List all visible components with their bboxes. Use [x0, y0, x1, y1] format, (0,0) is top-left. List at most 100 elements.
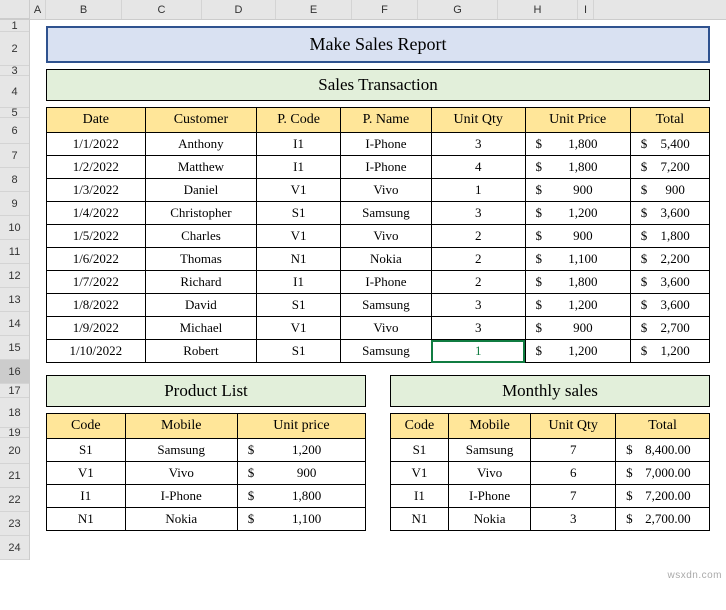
cell-total[interactable]: $7,200: [630, 156, 709, 179]
cell-pname[interactable]: I-Phone: [340, 156, 431, 179]
row-header[interactable]: 5: [0, 108, 29, 118]
cell-total[interactable]: $3,600: [630, 202, 709, 225]
cell-mobile[interactable]: Samsung: [125, 439, 237, 462]
cell-total[interactable]: $2,200: [630, 248, 709, 271]
cell-code[interactable]: N1: [391, 508, 449, 531]
row-header[interactable]: 8: [0, 168, 29, 192]
cell-qty[interactable]: 2: [431, 248, 525, 271]
cell-mobile[interactable]: Samsung: [448, 439, 530, 462]
row-header[interactable]: 13: [0, 288, 29, 312]
table-row[interactable]: V1Vivo$900: [47, 462, 366, 485]
cell-customer[interactable]: Christopher: [145, 202, 257, 225]
table-row[interactable]: 1/7/2022RichardI1I-Phone2$1,800$3,600: [47, 271, 710, 294]
cell-total[interactable]: $2,700.00: [616, 508, 710, 531]
cell-price[interactable]: $1,200: [525, 340, 630, 363]
row-header[interactable]: 23: [0, 512, 29, 536]
row-header[interactable]: 17: [0, 384, 29, 398]
cell-mobile[interactable]: Nokia: [125, 508, 237, 531]
cell-date[interactable]: 1/9/2022: [47, 317, 146, 340]
table-row[interactable]: 1/5/2022CharlesV1Vivo2$900$1,800: [47, 225, 710, 248]
cell-pcode[interactable]: V1: [257, 179, 341, 202]
cell-qty[interactable]: 1: [431, 179, 525, 202]
cell-customer[interactable]: David: [145, 294, 257, 317]
cell-customer[interactable]: Richard: [145, 271, 257, 294]
table-row[interactable]: 1/9/2022MichaelV1Vivo3$900$2,700: [47, 317, 710, 340]
cell-qty[interactable]: 3: [431, 133, 525, 156]
cell-mobile[interactable]: Vivo: [125, 462, 237, 485]
cell-mobile[interactable]: Vivo: [448, 462, 530, 485]
cell-total[interactable]: $2,700: [630, 317, 709, 340]
cell-pname[interactable]: Nokia: [340, 248, 431, 271]
cell-total[interactable]: $1,200: [630, 340, 709, 363]
cell-price[interactable]: $1,100: [237, 508, 365, 531]
row-header[interactable]: 12: [0, 264, 29, 288]
cell-customer[interactable]: Michael: [145, 317, 257, 340]
col-header[interactable]: A: [30, 0, 46, 19]
row-header[interactable]: 16: [0, 360, 29, 384]
cell-price[interactable]: $1,200: [525, 202, 630, 225]
cell-price[interactable]: $900: [525, 225, 630, 248]
cell-pname[interactable]: I-Phone: [340, 271, 431, 294]
cell-date[interactable]: 1/3/2022: [47, 179, 146, 202]
cell-pname[interactable]: Vivo: [340, 317, 431, 340]
cell-price[interactable]: $900: [237, 462, 365, 485]
cell-customer[interactable]: Anthony: [145, 133, 257, 156]
cell-pname[interactable]: Vivo: [340, 179, 431, 202]
cell-total[interactable]: $1,800: [630, 225, 709, 248]
cell-qty[interactable]: 2: [431, 271, 525, 294]
row-header[interactable]: 19: [0, 428, 29, 438]
cell-total[interactable]: $900: [630, 179, 709, 202]
cell-price[interactable]: $1,200: [237, 439, 365, 462]
table-row[interactable]: 1/8/2022DavidS1Samsung3$1,200$3,600: [47, 294, 710, 317]
col-header[interactable]: D: [202, 0, 276, 19]
cell-code[interactable]: V1: [391, 462, 449, 485]
row-header[interactable]: 15: [0, 336, 29, 360]
cell-pname[interactable]: Samsung: [340, 202, 431, 225]
table-row[interactable]: 1/3/2022DanielV1Vivo1$900$900: [47, 179, 710, 202]
cell-total[interactable]: $5,400: [630, 133, 709, 156]
row-header[interactable]: 18: [0, 398, 29, 428]
cell-pname[interactable]: Vivo: [340, 225, 431, 248]
cell-total[interactable]: $3,600: [630, 271, 709, 294]
cell-price[interactable]: $1,800: [525, 133, 630, 156]
cell-qty[interactable]: 1: [431, 340, 525, 363]
cell-total[interactable]: $7,000.00: [616, 462, 710, 485]
row-header[interactable]: 20: [0, 438, 29, 464]
row-header[interactable]: 1: [0, 20, 29, 32]
cell-price[interactable]: $900: [525, 317, 630, 340]
cell-customer[interactable]: Charles: [145, 225, 257, 248]
cell-date[interactable]: 1/4/2022: [47, 202, 146, 225]
cell-pcode[interactable]: V1: [257, 317, 341, 340]
table-row[interactable]: N1Nokia$1,100: [47, 508, 366, 531]
table-row[interactable]: 1/10/2022RobertS1Samsung1$1,200$1,200: [47, 340, 710, 363]
cell-qty[interactable]: 7: [531, 439, 616, 462]
cell-pcode[interactable]: N1: [257, 248, 341, 271]
cell-date[interactable]: 1/1/2022: [47, 133, 146, 156]
table-row[interactable]: S1Samsung$1,200: [47, 439, 366, 462]
table-row[interactable]: I1I-Phone$1,800: [47, 485, 366, 508]
cell-customer[interactable]: Robert: [145, 340, 257, 363]
cell-customer[interactable]: Thomas: [145, 248, 257, 271]
row-header[interactable]: 7: [0, 144, 29, 168]
cell-code[interactable]: N1: [47, 508, 126, 531]
cell-price[interactable]: $1,100: [525, 248, 630, 271]
cell-date[interactable]: 1/6/2022: [47, 248, 146, 271]
row-header[interactable]: 2: [0, 32, 29, 66]
table-row[interactable]: 1/4/2022ChristopherS1Samsung3$1,200$3,60…: [47, 202, 710, 225]
cell-qty[interactable]: 7: [531, 485, 616, 508]
col-header[interactable]: B: [46, 0, 122, 19]
table-row[interactable]: N1Nokia3$2,700.00: [391, 508, 710, 531]
cell-customer[interactable]: Daniel: [145, 179, 257, 202]
cell-pcode[interactable]: I1: [257, 271, 341, 294]
cell-pcode[interactable]: V1: [257, 225, 341, 248]
cell-pname[interactable]: I-Phone: [340, 133, 431, 156]
row-header[interactable]: 6: [0, 118, 29, 144]
cell-date[interactable]: 1/7/2022: [47, 271, 146, 294]
table-row[interactable]: S1Samsung7$8,400.00: [391, 439, 710, 462]
cell-date[interactable]: 1/10/2022: [47, 340, 146, 363]
cell-customer[interactable]: Matthew: [145, 156, 257, 179]
cell-qty[interactable]: 6: [531, 462, 616, 485]
cell-price[interactable]: $900: [525, 179, 630, 202]
cell-price[interactable]: $1,200: [525, 294, 630, 317]
cell-mobile[interactable]: I-Phone: [448, 485, 530, 508]
